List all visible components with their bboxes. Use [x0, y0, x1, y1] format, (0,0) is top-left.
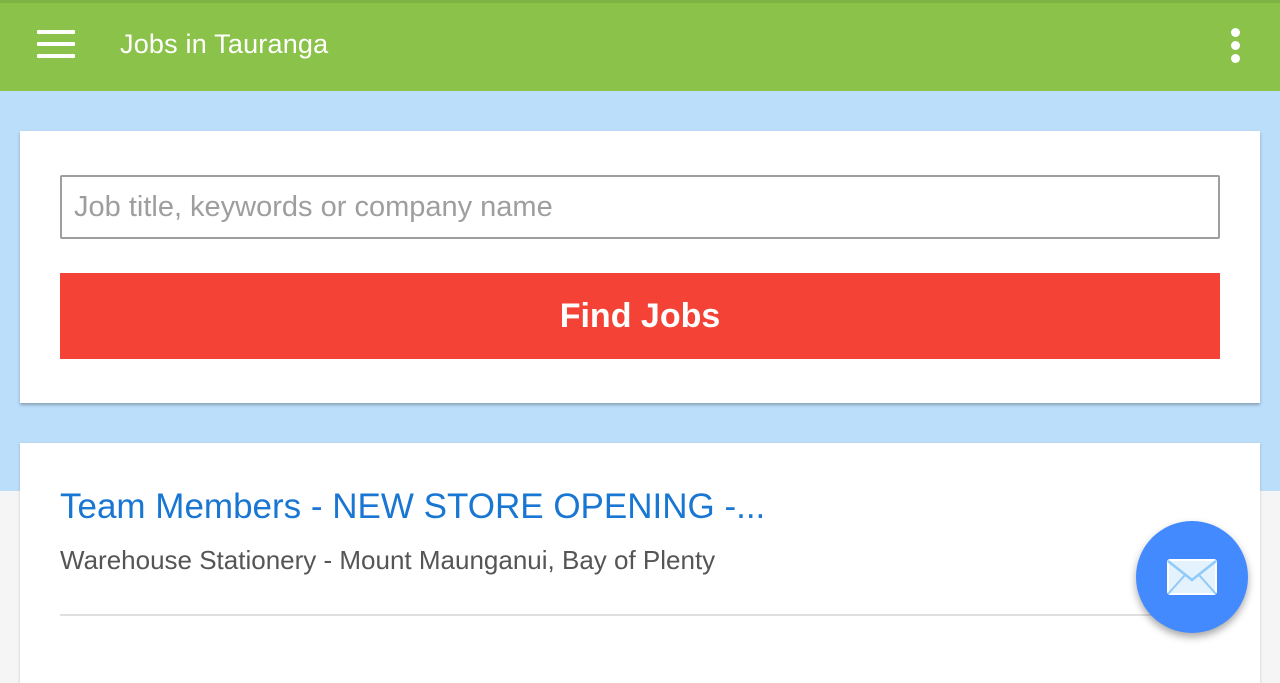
search-input[interactable] [60, 175, 1220, 239]
job-title[interactable]: Team Members - NEW STORE OPENING -... [60, 487, 765, 527]
overflow-menu-button[interactable] [1216, 23, 1256, 69]
app-bar: Jobs in Tauranga [0, 0, 1280, 91]
search-card: Find Jobs [20, 131, 1260, 403]
email-alert-fab[interactable] [1136, 521, 1248, 633]
app-title: Jobs in Tauranga [120, 29, 329, 59]
job-results-list: Team Members - NEW STORE OPENING -... Wa… [20, 443, 1260, 683]
menu-button[interactable] [30, 23, 82, 67]
job-company-location: Warehouse Stationery - Mount Maunganui, … [60, 545, 716, 575]
find-jobs-button[interactable]: Find Jobs [60, 273, 1220, 359]
job-list-item[interactable]: Team Members - NEW STORE OPENING -... Wa… [60, 443, 1220, 616]
